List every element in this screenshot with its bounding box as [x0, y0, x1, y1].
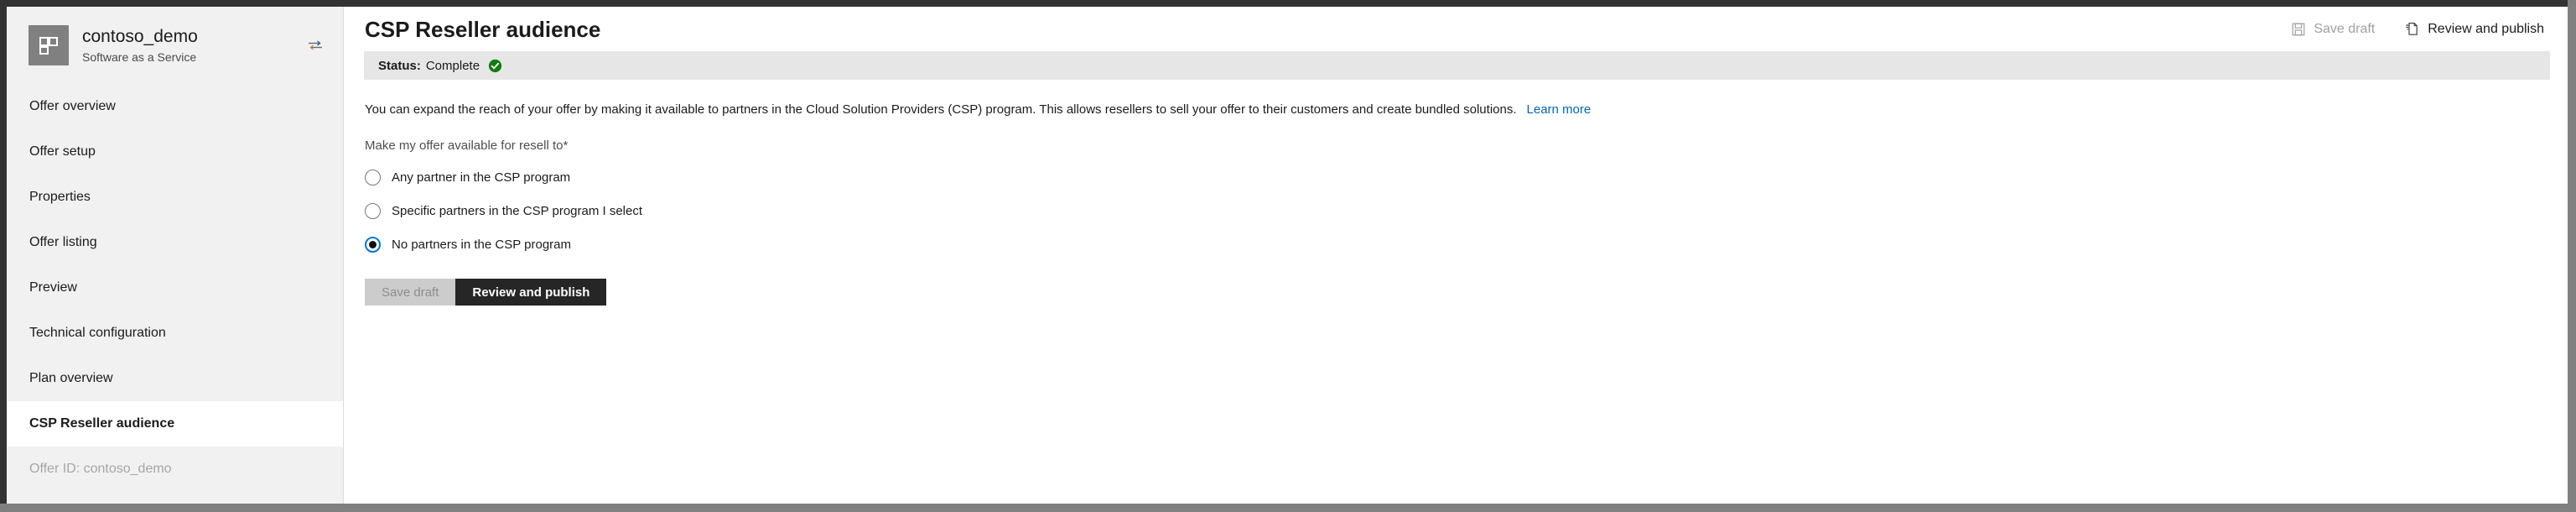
window-chrome-right	[2568, 0, 2576, 504]
radio-option-label: Any partner in the CSP program	[392, 170, 571, 185]
toolbar-save-draft-button[interactable]: Save draft	[2292, 22, 2375, 37]
resell-audience-radio-group: Any partner in the CSP program Specific …	[365, 166, 2547, 255]
radio-circle-icon	[365, 169, 381, 185]
tiles-grid-icon	[29, 25, 69, 65]
window-chrome-left	[0, 0, 7, 505]
sidebar-item-label: Offer overview	[29, 99, 116, 113]
sidebar-item-offer-listing[interactable]: Offer listing	[7, 220, 343, 265]
status-value: Complete	[425, 58, 480, 73]
page-description-text: You can expand the reach of your offer b…	[365, 102, 1517, 117]
radio-option-any-partner[interactable]: Any partner in the CSP program	[365, 166, 2547, 188]
offer-meta: contoso_demo Software as a Service	[82, 27, 301, 63]
window-chrome-top	[0, 0, 2576, 7]
page-title: CSP Reseller audience	[365, 16, 601, 42]
form-content: You can expand the reach of your offer b…	[345, 102, 2568, 306]
sidebar-item-label: Offer listing	[29, 235, 97, 249]
offer-name: contoso_demo	[82, 27, 198, 47]
toolbar-actions: Save draft Review and publish	[2292, 22, 2544, 37]
page-toolbar: CSP Reseller audience Save draft Review …	[345, 7, 2568, 51]
toolbar-save-draft-label: Save draft	[2314, 21, 2376, 36]
toolbar-review-publish-label: Review and publish	[2428, 21, 2544, 36]
sidebar-item-label: Plan overview	[29, 371, 113, 385]
sidebar-item-offer-setup[interactable]: Offer setup	[7, 129, 343, 175]
status-label: Status:	[378, 58, 421, 73]
toolbar-review-publish-button[interactable]: Review and publish	[2405, 22, 2544, 37]
sidebar-item-label: Offer setup	[29, 144, 96, 159]
window-chrome-bottom	[0, 504, 2576, 512]
switch-offer-icon[interactable]	[306, 36, 325, 55]
radio-option-label: No partners in the CSP program	[392, 237, 571, 252]
resell-audience-label-text: Make my offer available for resell to	[365, 138, 564, 154]
sidebar: contoso_demo Software as a Service Offer…	[7, 7, 344, 504]
partner-center-offer-page: contoso_demo Software as a Service Offer…	[0, 0, 2576, 512]
sidebar-item-label: CSP Reseller audience	[29, 416, 175, 431]
sidebar-item-properties[interactable]: Properties	[7, 175, 343, 220]
sidebar-item-label: Preview	[29, 280, 77, 295]
save-draft-button[interactable]: Save draft	[365, 279, 456, 306]
required-marker: *	[563, 138, 569, 154]
resell-audience-field-label: Make my offer available for resell to*	[365, 138, 2547, 153]
main-content: CSP Reseller audience Save draft Review …	[345, 7, 2568, 504]
learn-more-link[interactable]: Learn more	[1527, 102, 1592, 117]
save-floppy-icon	[2292, 23, 2305, 36]
sidebar-nav: Offer overview Offer setup Properties Of…	[7, 84, 343, 492]
form-button-row: Save draft Review and publish	[365, 279, 2547, 306]
green-check-circle-icon	[488, 59, 502, 73]
sidebar-item-plan-overview[interactable]: Plan overview	[7, 356, 343, 401]
offer-header: contoso_demo Software as a Service	[7, 7, 343, 81]
radio-circle-icon	[365, 202, 381, 219]
sidebar-item-preview[interactable]: Preview	[7, 265, 343, 311]
document-page-icon	[2405, 22, 2419, 36]
sidebar-item-technical-configuration[interactable]: Technical configuration	[7, 311, 343, 356]
status-banner: Status: Complete	[364, 51, 2550, 80]
radio-circle-selected-icon	[365, 236, 381, 253]
sidebar-item-csp-reseller-audience[interactable]: CSP Reseller audience	[7, 401, 343, 447]
radio-option-specific-partners[interactable]: Specific partners in the CSP program I s…	[365, 200, 2547, 222]
sidebar-item-label: Technical configuration	[29, 326, 166, 340]
sidebar-offer-id-label: Offer ID: contoso_demo	[29, 462, 172, 476]
page-description: You can expand the reach of your offer b…	[365, 102, 2547, 118]
radio-option-no-partners[interactable]: No partners in the CSP program	[365, 233, 2547, 255]
sidebar-item-offer-overview[interactable]: Offer overview	[7, 84, 343, 129]
sidebar-offer-id: Offer ID: contoso_demo	[7, 447, 343, 492]
offer-type: Software as a Service	[82, 50, 197, 64]
review-and-publish-button[interactable]: Review and publish	[455, 279, 607, 306]
sidebar-item-label: Properties	[29, 190, 91, 204]
radio-option-label: Specific partners in the CSP program I s…	[392, 203, 643, 218]
